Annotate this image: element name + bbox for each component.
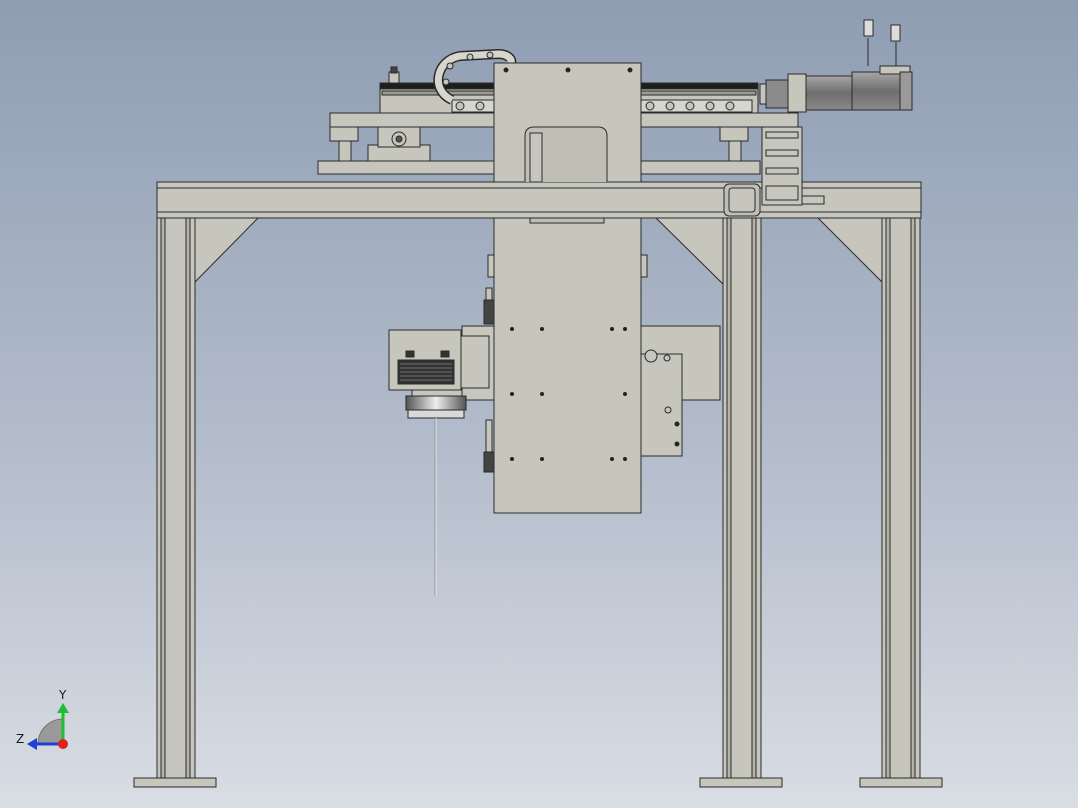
servo-motor-x-axis [759, 19, 913, 113]
frame-leg-right [859, 217, 943, 788]
frame-leg-left [133, 217, 217, 788]
triad-y-label: Y [59, 688, 67, 702]
x-axis-dot [58, 739, 68, 749]
z-axis-arrowhead [27, 738, 37, 750]
assembly-view[interactable] [0, 0, 1078, 808]
carriage-plate-lower [483, 217, 648, 514]
frame-leg-middle [699, 217, 783, 788]
view-orientation-triad[interactable] [27, 703, 69, 750]
y-axis-arrowhead [57, 703, 69, 713]
triad-arc [37, 718, 64, 745]
triad-z-label: Z [16, 732, 25, 746]
carriage-plate-upper [493, 62, 642, 183]
cad-viewport[interactable]: Y Z [0, 0, 1078, 808]
laser-head-unit [388, 329, 490, 596]
